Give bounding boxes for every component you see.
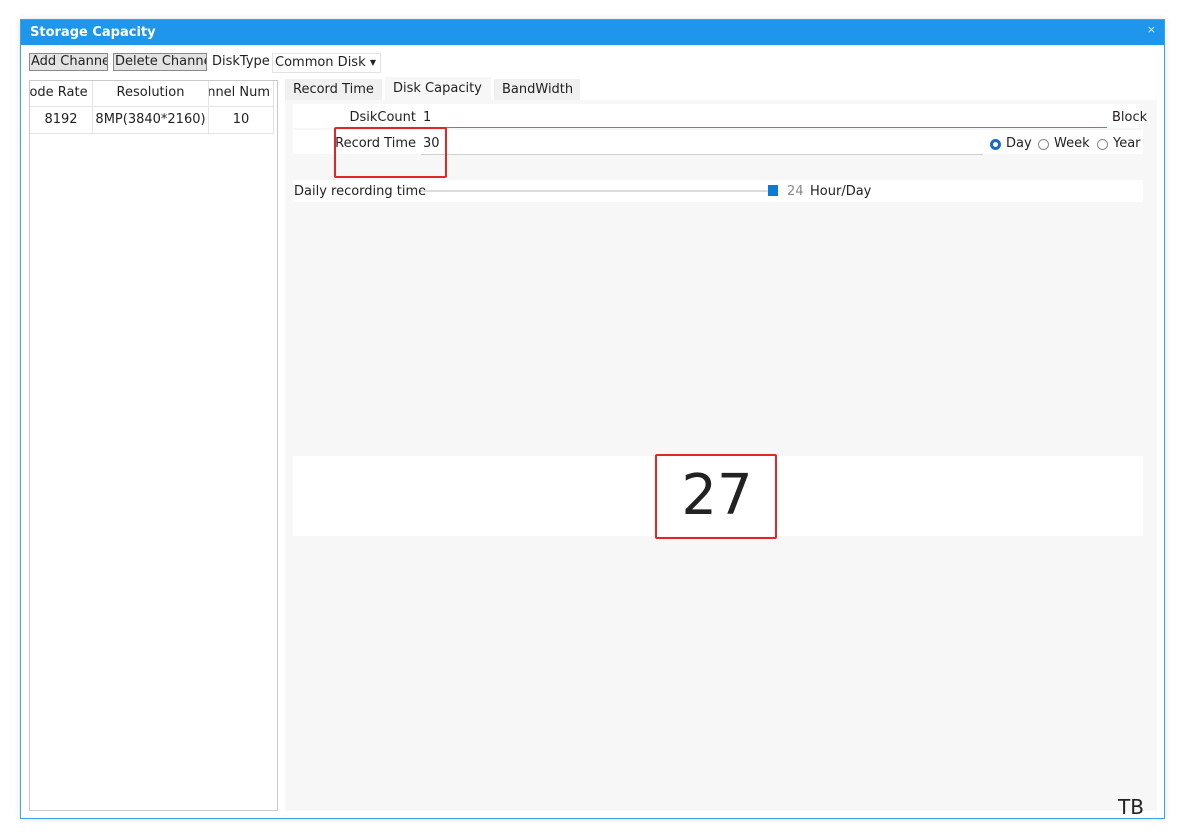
column-header-resolution[interactable]: Resolution (93, 81, 209, 107)
add-channel-button[interactable]: Add Channel (29, 53, 108, 71)
cell-resolution: 8MP(3840*2160) (93, 107, 209, 134)
radio-year-label: Year (1113, 136, 1141, 151)
radio-day[interactable] (990, 139, 1001, 150)
disk-count-unit: Block (1112, 110, 1148, 125)
disk-capacity-panel: DsikCount 1 Block Record Time 30 Day Wee… (285, 100, 1157, 819)
record-time-underline (421, 154, 983, 155)
tab-disk-capacity[interactable]: Disk Capacity (385, 77, 491, 101)
column-header-channel-num[interactable]: Channel Num (209, 81, 274, 107)
disk-count-row (293, 104, 1143, 128)
storage-capacity-window: Storage Capacity × Add Channel Delete Ch… (20, 19, 1165, 819)
cell-code-rate: 8192 (30, 107, 93, 134)
channel-list-panel: Code Rate Resolution Channel Num 8192 8M… (29, 80, 278, 811)
table-row[interactable]: 8192 8MP(3840*2160) 10 (30, 107, 274, 134)
result-highlight-box (655, 454, 777, 539)
delete-channel-button[interactable]: Delete Channel (113, 53, 207, 71)
disk-type-value: Common Disk (275, 55, 366, 70)
title-bar: Storage Capacity × (21, 20, 1164, 45)
chevron-down-icon: ▼ (369, 58, 376, 67)
disk-type-label: DiskType (212, 54, 270, 69)
daily-recording-slider-track[interactable] (421, 190, 778, 192)
disk-count-underline (421, 127, 1107, 128)
daily-recording-unit: Hour/Day (810, 184, 872, 199)
disk-count-label: DsikCount (349, 110, 416, 125)
tab-bandwidth[interactable]: BandWidth (494, 79, 580, 101)
radio-week-label: Week (1054, 136, 1090, 151)
radio-day-label: Day (1006, 136, 1032, 151)
channel-grid-header: Code Rate Resolution Channel Num (30, 81, 274, 107)
daily-recording-label: Daily recording time (294, 184, 427, 199)
disk-count-input[interactable]: 1 (423, 110, 431, 125)
daily-recording-value: 24 (787, 184, 804, 199)
capacity-unit: TB (1118, 795, 1144, 819)
daily-recording-slider-thumb[interactable] (768, 185, 778, 196)
window-title: Storage Capacity (30, 25, 156, 40)
column-header-code-rate[interactable]: Code Rate (30, 81, 93, 107)
radio-year[interactable] (1097, 139, 1108, 150)
close-icon[interactable]: × (1147, 23, 1156, 36)
radio-week[interactable] (1038, 139, 1049, 150)
input-highlight-box (334, 127, 447, 178)
cell-channel-num: 10 (209, 107, 274, 134)
tab-record-time[interactable]: Record Time (285, 79, 382, 101)
disk-type-select[interactable]: Common Disk ▼ (272, 53, 381, 73)
